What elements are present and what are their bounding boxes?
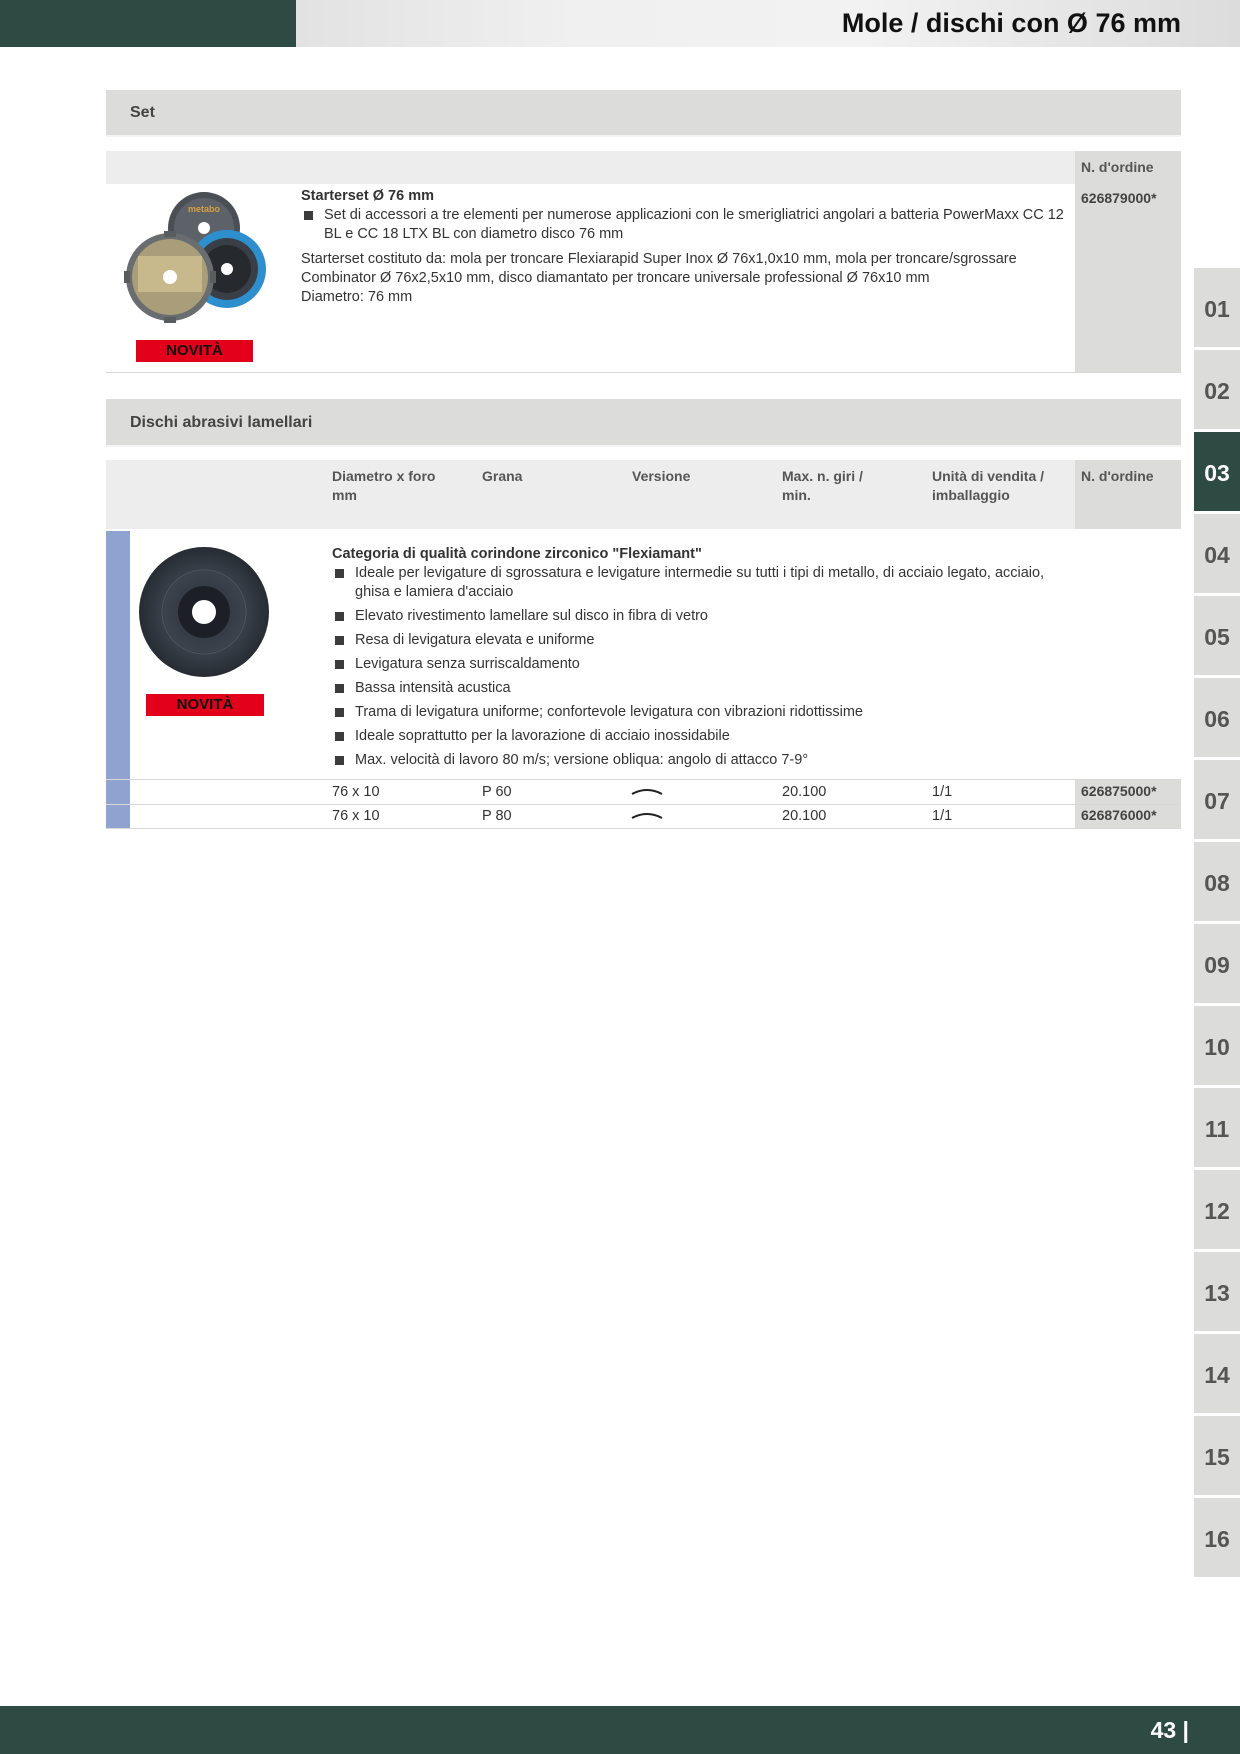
chapter-tab-08[interactable]: 08 bbox=[1194, 842, 1240, 921]
set-order-number: 626879000* bbox=[1081, 190, 1157, 206]
chapter-tab-02[interactable]: 02 bbox=[1194, 350, 1240, 429]
tab-label: 16 bbox=[1204, 1526, 1230, 1552]
tab-label: 01 bbox=[1204, 296, 1230, 322]
starterset-name: Starterset Ø 76 mm bbox=[301, 188, 434, 204]
footer-bar bbox=[0, 1706, 1240, 1754]
flap-bullet: Elevato rivestimento lamellare sul disco… bbox=[332, 607, 1072, 626]
cell-diameter: 76 x 10 bbox=[332, 808, 380, 824]
flap-category: Categoria di qualità corindone zirconico… bbox=[332, 546, 702, 562]
chapter-tab-10[interactable]: 10 bbox=[1194, 1006, 1240, 1085]
chapter-tab-14[interactable]: 14 bbox=[1194, 1334, 1240, 1413]
starterset-diameter: Diametro: 76 mm bbox=[301, 289, 413, 305]
page-title: Mole / dischi con Ø 76 mm bbox=[841, 8, 1181, 38]
page-number: 43 | bbox=[1150, 1717, 1189, 1743]
flap-bullet: Trama di levigatura uniforme; confortevo… bbox=[332, 703, 1072, 722]
header-brand-bar bbox=[0, 0, 296, 47]
tab-label: 05 bbox=[1204, 624, 1230, 650]
tab-label: 06 bbox=[1204, 706, 1230, 732]
tab-label: 13 bbox=[1204, 1280, 1230, 1306]
tab-label: 15 bbox=[1204, 1444, 1230, 1470]
cell-rpm: 20.100 bbox=[782, 808, 827, 824]
starterset-contents: Starterset costituto da: mola per tronca… bbox=[301, 251, 1017, 286]
table-row: 76 x 10 P 60 20.100 1/1 626875000* bbox=[0, 780, 1240, 804]
flap-bullet: Ideale soprattutto per la lavorazione di… bbox=[332, 727, 1072, 746]
chapter-tab-16[interactable]: 16 bbox=[1194, 1498, 1240, 1577]
chapter-tab-13[interactable]: 13 bbox=[1194, 1252, 1240, 1331]
curved-flap-icon bbox=[631, 813, 663, 819]
chapter-tab-11[interactable]: 11 bbox=[1194, 1088, 1240, 1167]
chapter-tab-03[interactable]: 03 bbox=[1194, 432, 1240, 511]
chapter-tab-07[interactable]: 07 bbox=[1194, 760, 1240, 839]
flap-description: Categoria di qualità corindone zirconico… bbox=[332, 545, 1072, 770]
set-col-order: N. d'ordine bbox=[1081, 159, 1154, 175]
section-set-title: Set bbox=[130, 104, 155, 121]
cell-grit: P 80 bbox=[482, 808, 512, 824]
tab-label: 03 bbox=[1204, 460, 1230, 486]
table-row: 76 x 10 P 80 20.100 1/1 626876000* bbox=[0, 805, 1240, 828]
novita-badge-flap: NOVITÀ bbox=[146, 694, 264, 716]
chapter-tab-12[interactable]: 12 bbox=[1194, 1170, 1240, 1249]
tab-label: 08 bbox=[1204, 870, 1230, 896]
tab-label: 02 bbox=[1204, 378, 1230, 404]
section-flap-bar: Dischi abrasivi lamellari bbox=[106, 399, 1181, 447]
novita-badge-set: NOVITÀ bbox=[136, 340, 253, 362]
cell-rpm: 20.100 bbox=[782, 784, 827, 800]
cell-order: 626876000* bbox=[1081, 807, 1157, 823]
cell-order: 626875000* bbox=[1081, 783, 1157, 799]
section-flap-title: Dischi abrasivi lamellari bbox=[130, 414, 313, 431]
col-unit: Unità di vendita / imballaggio bbox=[932, 468, 1045, 503]
curved-flap-icon bbox=[631, 789, 663, 795]
flap-bullet: Max. velocità di lavoro 80 m/s; versione… bbox=[332, 751, 1072, 770]
tab-label: 10 bbox=[1204, 1034, 1230, 1060]
tab-label: 12 bbox=[1204, 1198, 1230, 1224]
cell-unit: 1/1 bbox=[932, 808, 953, 824]
set-table-header bbox=[106, 151, 1181, 184]
tab-label: 09 bbox=[1204, 952, 1230, 978]
starterset-product-image: metabo bbox=[124, 192, 266, 323]
chapter-tab-06[interactable]: 06 bbox=[1194, 678, 1240, 757]
cell-diameter: 76 x 10 bbox=[332, 784, 380, 800]
section-set-bar: Set bbox=[106, 90, 1181, 137]
flap-disc-image bbox=[139, 547, 269, 677]
flap-bullet: Ideale per levigature di sgrossatura e l… bbox=[332, 564, 1072, 602]
flap-bullet: Levigatura senza surriscaldamento bbox=[332, 655, 1072, 674]
chapter-tab-15[interactable]: 15 bbox=[1194, 1416, 1240, 1495]
col-version: Versione bbox=[632, 468, 691, 484]
flap-bullet: Bassa intensità acustica bbox=[332, 679, 1072, 698]
tab-label: 11 bbox=[1204, 1116, 1230, 1142]
starterset-description: Starterset Ø 76 mm Set di accessori a tr… bbox=[301, 187, 1069, 307]
col-grit: Grana bbox=[482, 468, 523, 484]
set-divider bbox=[106, 372, 1181, 373]
cell-grit: P 60 bbox=[482, 784, 512, 800]
flap-bullet: Resa di levigatura elevata e uniforme bbox=[332, 631, 1072, 650]
tab-label: 07 bbox=[1204, 788, 1230, 814]
tab-label: 14 bbox=[1204, 1362, 1230, 1388]
chapter-tab-01[interactable]: 01 bbox=[1194, 268, 1240, 347]
tab-label: 04 bbox=[1204, 542, 1230, 568]
chapter-tab-04[interactable]: 04 bbox=[1194, 514, 1240, 593]
col-rpm: Max. n. giri / min. bbox=[782, 468, 863, 503]
col-diameter: Diametro x foro mm bbox=[332, 468, 436, 503]
chapter-tab-05[interactable]: 05 bbox=[1194, 596, 1240, 675]
col-order: N. d'ordine bbox=[1081, 468, 1154, 484]
starterset-bullet: Set di accessori a tre elementi per nume… bbox=[301, 206, 1069, 244]
chapter-tab-09[interactable]: 09 bbox=[1194, 924, 1240, 1003]
set-order-column bbox=[1075, 151, 1181, 372]
row-divider bbox=[106, 828, 1181, 829]
cell-unit: 1/1 bbox=[932, 784, 953, 800]
disc-brand-text: metabo bbox=[188, 204, 221, 214]
